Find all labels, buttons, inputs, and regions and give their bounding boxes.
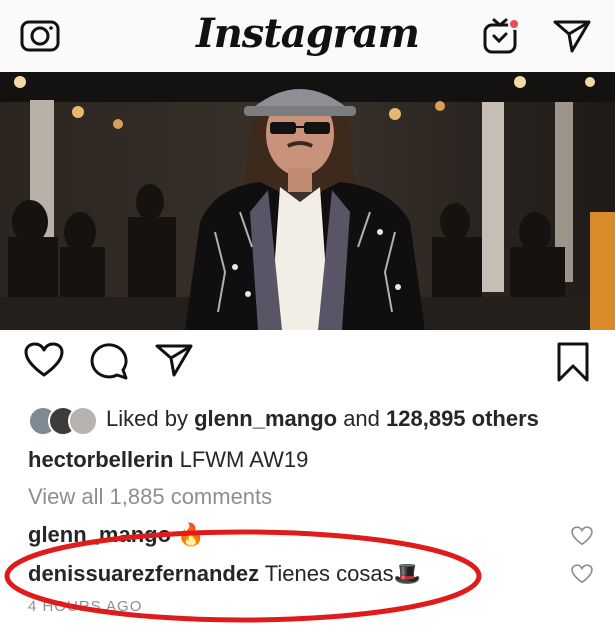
comment-username[interactable]: denissuarezfernandez [28,561,259,586]
caption-text: LFWM AW19 [173,447,309,472]
comment-item: denissuarezfernandez Tienes cosas🎩 [28,561,421,587]
likes-count[interactable]: 128,895 others [386,406,539,431]
caption-username[interactable]: hectorbellerin [28,447,173,472]
likes-text: Liked by glenn_mango and 128,895 others [106,406,539,432]
igtv-icon[interactable] [482,16,522,61]
liker-avatars [28,405,100,436]
top-bar: Instagram [0,0,615,72]
likes-row[interactable]: Liked by glenn_mango and 128,895 others [28,404,539,436]
instagram-logo: Instagram [196,10,420,57]
likes-middle: and [337,406,387,431]
likes-prefix: Liked by [106,406,195,431]
direct-message-icon[interactable] [552,18,592,59]
comment-like-icon[interactable] [571,564,593,589]
post-caption: hectorbellerin LFWM AW19 [28,447,308,473]
comment-username[interactable]: glenn_mango [28,522,171,547]
post-image[interactable] [0,72,615,330]
heart-icon[interactable] [24,342,64,383]
comment-icon[interactable] [90,342,130,385]
avatar [68,406,98,436]
comment-like-icon[interactable] [571,526,593,551]
comment-item: glenn_mango 🔥 [28,522,205,548]
view-all-comments-link[interactable]: View all 1,885 comments [28,484,272,510]
comment-text: Tienes cosas🎩 [259,561,421,586]
post-timestamp: 4 HOURS AGO [28,598,143,615]
action-bar [0,332,615,392]
liker-username[interactable]: glenn_mango [194,406,337,431]
bookmark-icon[interactable] [556,342,590,387]
share-icon[interactable] [154,342,194,383]
comment-text: 🔥 [171,522,205,547]
